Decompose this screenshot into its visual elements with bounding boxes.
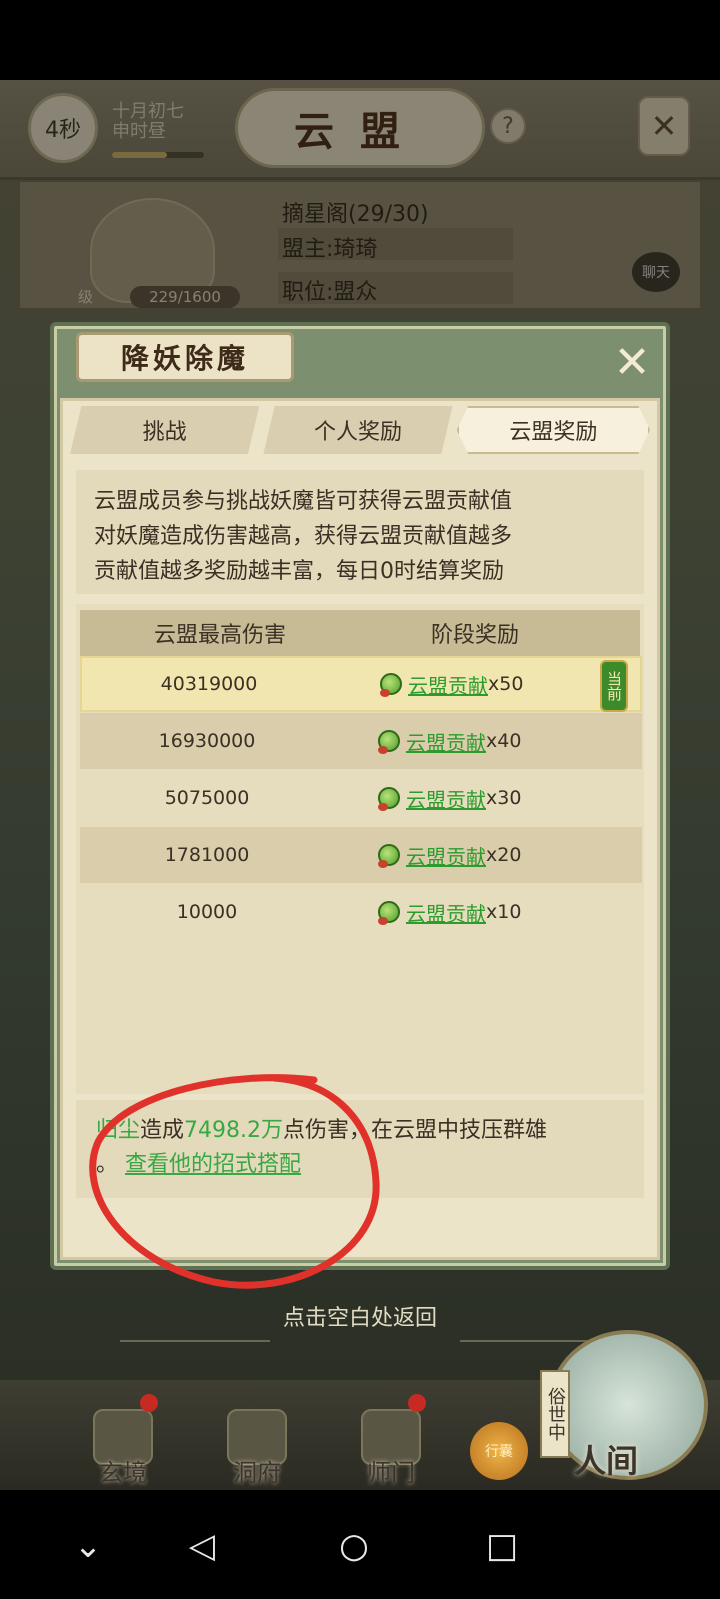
notification-dot bbox=[140, 1394, 158, 1412]
note-text-a: 造成 bbox=[140, 1118, 185, 1143]
world-side-label: 俗世中 bbox=[540, 1370, 570, 1458]
reward-qty: x10 bbox=[486, 901, 522, 923]
current-stage-badge: 当前 bbox=[600, 660, 628, 712]
contribution-coin-icon bbox=[378, 844, 400, 868]
contribution-coin-icon bbox=[380, 673, 402, 697]
row-damage: 10000 bbox=[176, 901, 238, 923]
tap-to-return-hint: 点击空白处返回 bbox=[282, 1306, 437, 1331]
reward-link[interactable]: 云盟贡献 bbox=[408, 670, 488, 699]
player-name[interactable]: 归尘 bbox=[96, 1118, 140, 1143]
col-stage-reward: 阶段奖励 bbox=[430, 623, 519, 648]
note-text-c: 。 bbox=[96, 1152, 119, 1177]
table-row: 10000 云盟贡献 x10 bbox=[80, 884, 642, 940]
reward-description: 云盟成员参与挑战妖魔皆可获得云盟贡献值 对妖魔造成伤害越高，获得云盟贡献值越多 … bbox=[76, 470, 644, 594]
recents-icon[interactable]: □ bbox=[478, 1522, 526, 1570]
row-reward: 云盟贡献 x30 bbox=[378, 784, 521, 813]
reward-link[interactable]: 云盟贡献 bbox=[406, 841, 486, 870]
row-damage: 16930000 bbox=[158, 730, 256, 752]
notification-dot bbox=[408, 1394, 426, 1412]
modal-title: 降妖除魔 bbox=[76, 332, 294, 382]
row-reward: 云盟贡献 x20 bbox=[378, 841, 521, 870]
view-moves-link[interactable]: 查看他的招式搭配 bbox=[125, 1152, 301, 1177]
back-icon[interactable]: ◁ bbox=[178, 1522, 226, 1570]
reward-link[interactable]: 云盟贡献 bbox=[406, 898, 486, 927]
desc-line-1: 云盟成员参与挑战妖魔皆可获得云盟贡献值 bbox=[94, 489, 513, 514]
desc-line-2: 对妖魔造成伤害越高，获得云盟贡献值越多 bbox=[94, 524, 513, 549]
row-reward: 云盟贡献 x40 bbox=[378, 727, 521, 756]
reward-link[interactable]: 云盟贡献 bbox=[406, 784, 486, 813]
tab-bar: 挑战 个人奖励 云盟奖励 bbox=[70, 406, 650, 454]
col-max-damage: 云盟最高伤害 bbox=[153, 623, 286, 648]
nav-label: 玄境 bbox=[99, 1459, 147, 1487]
table-row: 1781000 云盟贡献 x20 bbox=[80, 827, 642, 883]
bag-label: 行囊 bbox=[485, 1444, 513, 1460]
bag-icon[interactable]: 行囊 bbox=[470, 1422, 528, 1480]
nav-label: 师门 bbox=[367, 1459, 415, 1487]
desc-line-3: 贡献值越多奖励越丰富，每日0时结算奖励 bbox=[94, 559, 504, 584]
nav-label: 洞府 bbox=[233, 1459, 281, 1487]
nav-shimen[interactable]: 师门 bbox=[346, 1394, 436, 1488]
top-damage-note: 归尘造成7498.2万点伤害，在云盟中技压群雄 。 查看他的招式搭配 bbox=[76, 1100, 644, 1198]
note-line-2: 。 查看他的招式搭配 bbox=[96, 1148, 624, 1182]
row-damage: 40319000 bbox=[160, 673, 258, 695]
home-icon[interactable]: ○ bbox=[330, 1522, 378, 1570]
tab-personal-reward[interactable]: 个人奖励 bbox=[263, 406, 453, 454]
damage-value: 7498.2万 bbox=[184, 1118, 284, 1143]
divider-left bbox=[120, 1340, 270, 1342]
reward-link[interactable]: 云盟贡献 bbox=[406, 727, 486, 756]
chevron-down-icon[interactable]: ⌄ bbox=[64, 1522, 112, 1570]
table-row: 5075000 云盟贡献 x30 bbox=[80, 770, 642, 826]
contribution-coin-icon bbox=[378, 730, 400, 754]
world-label: 人间 bbox=[574, 1442, 639, 1480]
note-line-1: 归尘造成7498.2万点伤害，在云盟中技压群雄 bbox=[96, 1114, 624, 1148]
row-damage: 1781000 bbox=[164, 844, 250, 866]
reward-qty: x30 bbox=[486, 787, 522, 809]
table-header: 云盟最高伤害 阶段奖励 bbox=[80, 610, 640, 656]
nav-dongfu[interactable]: 洞府 bbox=[212, 1398, 302, 1488]
row-reward: 云盟贡献 x50 bbox=[380, 670, 523, 699]
nav-xuanjing[interactable]: 玄境 bbox=[78, 1394, 168, 1488]
contribution-coin-icon bbox=[378, 901, 400, 925]
reward-qty: x40 bbox=[486, 730, 522, 752]
reward-qty: x50 bbox=[488, 673, 524, 695]
reward-qty: x20 bbox=[486, 844, 522, 866]
row-reward: 云盟贡献 x10 bbox=[378, 898, 521, 927]
note-text-b: 点伤害，在云盟中技压群雄 bbox=[283, 1118, 548, 1143]
table-row: 16930000 云盟贡献 x40 bbox=[80, 713, 642, 769]
close-icon[interactable]: ✕ bbox=[608, 337, 656, 388]
table-row: 40319000 云盟贡献 x50 当前 bbox=[80, 656, 642, 712]
contribution-coin-icon bbox=[378, 787, 400, 811]
tab-alliance-reward[interactable]: 云盟奖励 bbox=[456, 406, 650, 454]
tab-challenge[interactable]: 挑战 bbox=[70, 406, 260, 454]
row-damage: 5075000 bbox=[164, 787, 250, 809]
